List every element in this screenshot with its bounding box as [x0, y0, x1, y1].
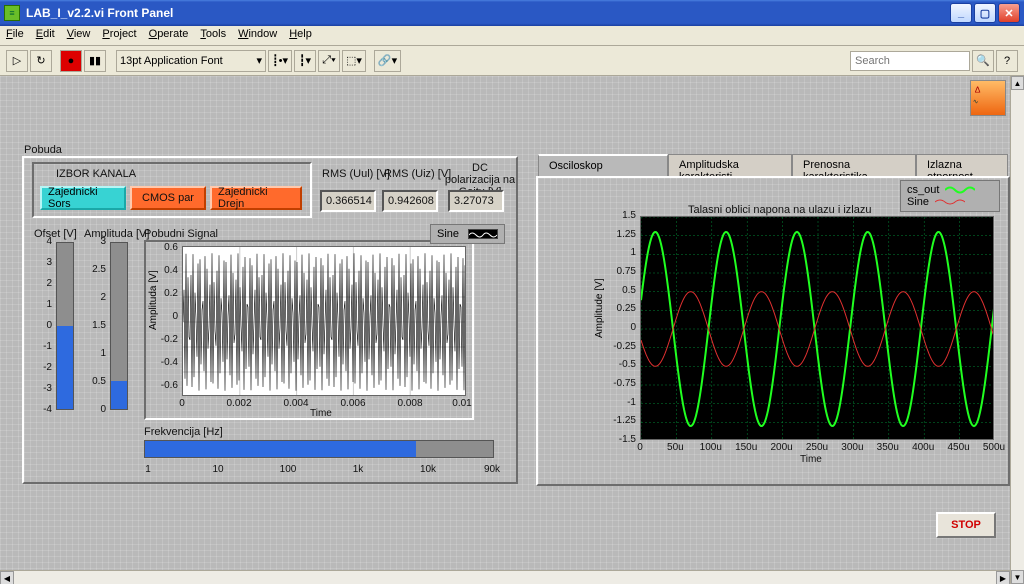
- window-title: LAB_I_v2.2.vi Front Panel: [26, 6, 948, 20]
- front-panel: Δ∿ Pobuda IZBOR KANALA Zajednicki Sors C…: [0, 76, 1024, 584]
- graph2-legend[interactable]: cs_out Sine: [900, 180, 1000, 212]
- btn-cmos-par[interactable]: CMOS par: [130, 186, 206, 210]
- vi-icon[interactable]: Δ∿: [970, 80, 1006, 116]
- resize-button[interactable]: ⤢▾: [318, 50, 340, 72]
- group-button[interactable]: 🔗▾: [374, 50, 401, 72]
- font-selector[interactable]: 13pt Application Font▾: [116, 50, 266, 72]
- maximize-button[interactable]: ▢: [974, 3, 996, 23]
- dc-value: 3.27073: [448, 190, 504, 212]
- menu-project[interactable]: Project: [102, 28, 136, 43]
- panel-h-scrollbar[interactable]: ◀ ▶: [0, 570, 1010, 584]
- ofset-slider[interactable]: [56, 242, 74, 410]
- run-button[interactable]: ▷: [6, 50, 28, 72]
- izbor-label: IZBOR KANALA: [56, 168, 136, 180]
- btn-zajednicki-drejn[interactable]: Zajednicki Drejn: [210, 186, 302, 210]
- svg-text:Δ: Δ: [975, 84, 981, 94]
- help-icon[interactable]: ?: [996, 50, 1018, 72]
- scroll-down-icon[interactable]: ▼: [1011, 570, 1024, 584]
- menu-view[interactable]: View: [67, 28, 91, 43]
- minimize-button[interactable]: _: [950, 3, 972, 23]
- scroll-right-icon[interactable]: ▶: [996, 571, 1010, 584]
- menu-operate[interactable]: Operate: [149, 28, 189, 43]
- frekv-label: Frekvencija [Hz]: [144, 426, 223, 438]
- rms-uiz-value: 0.942608: [382, 190, 438, 212]
- close-button[interactable]: ✕: [998, 3, 1020, 23]
- graph1-xlabel: Time: [310, 408, 332, 419]
- rms-uul-value: 0.366514: [320, 190, 376, 212]
- menu-window[interactable]: Window: [238, 28, 277, 43]
- titlebar: ≡ LAB_I_v2.2.vi Front Panel _ ▢ ✕: [0, 0, 1024, 26]
- labview-icon: ≡: [4, 5, 20, 21]
- graph2-ylabel: Amplitude [V]: [594, 279, 605, 338]
- panel-v-scrollbar[interactable]: ▲ ▼: [1010, 76, 1024, 584]
- distribute-button[interactable]: ┇▾: [294, 50, 316, 72]
- menu-file[interactable]: File: [6, 28, 24, 43]
- btn-zajednicki-sors[interactable]: Zajednicki Sors: [40, 186, 126, 210]
- graph1-legend[interactable]: Sine: [430, 224, 505, 244]
- align-button[interactable]: ┋•▾: [268, 50, 292, 72]
- menu-tools[interactable]: Tools: [200, 28, 226, 43]
- pobuda-title: Pobuda: [24, 144, 62, 156]
- scroll-left-icon[interactable]: ◀: [0, 571, 14, 584]
- search-icon[interactable]: 🔍: [972, 50, 994, 72]
- svg-text:∿: ∿: [973, 99, 979, 106]
- scroll-up-icon[interactable]: ▲: [1011, 76, 1024, 90]
- pause-button[interactable]: ▮▮: [84, 50, 106, 72]
- graph2-xlabel: Time: [800, 454, 822, 465]
- stop-button[interactable]: STOP: [936, 512, 996, 538]
- rms-uiz-label: RMS (Uiz) [V]: [384, 168, 451, 180]
- amp-slider[interactable]: [110, 242, 128, 410]
- rms-uul-label: RMS (Uul) [V]: [322, 168, 390, 180]
- menu-help[interactable]: Help: [289, 28, 312, 43]
- pobudni-graph[interactable]: [182, 246, 466, 396]
- toolbar: ▷ ↻ ● ▮▮ 13pt Application Font▾ ┋•▾ ┇▾ ⤢…: [0, 46, 1024, 76]
- osciloskop-graph[interactable]: [640, 216, 994, 440]
- graph2-title: Talasni oblici napona na ulazu i izlazu: [688, 204, 871, 216]
- run-cont-button[interactable]: ↻: [30, 50, 52, 72]
- menu-edit[interactable]: Edit: [36, 28, 55, 43]
- frekv-slider[interactable]: [144, 440, 494, 458]
- font-label: 13pt Application Font: [120, 55, 223, 67]
- pobudni-label: Pobudni Signal: [144, 228, 218, 240]
- search-input[interactable]: [850, 51, 970, 71]
- reorder-button[interactable]: ⬚▾: [342, 50, 366, 72]
- menubar: File Edit View Project Operate Tools Win…: [0, 26, 1024, 46]
- abort-button[interactable]: ●: [60, 50, 82, 72]
